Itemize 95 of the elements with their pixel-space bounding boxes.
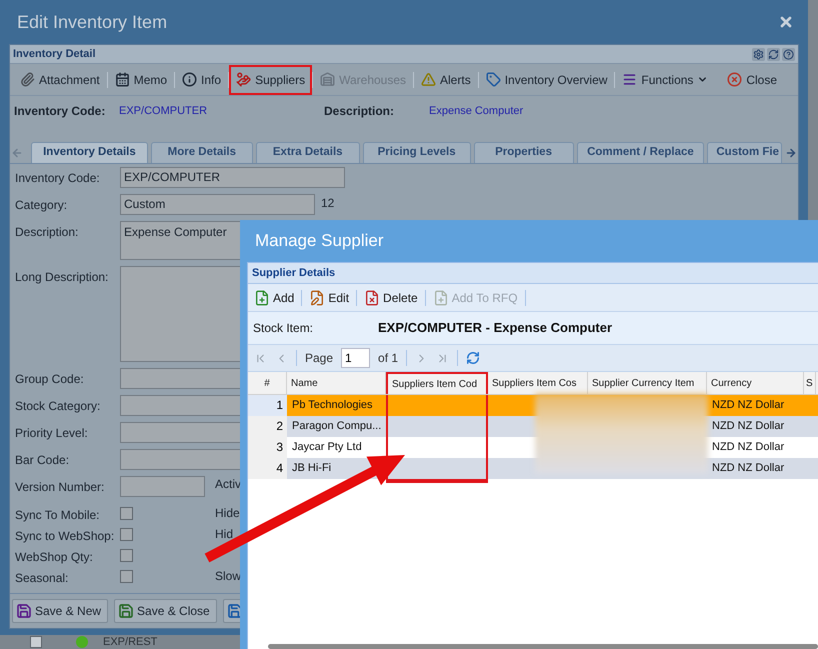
window-title: Edit Inventory Item <box>17 10 168 34</box>
close-icon <box>727 72 742 87</box>
field-label: 12 <box>321 195 334 212</box>
toolbar-button[interactable]: Alerts <box>414 64 478 94</box>
file-delete-icon <box>364 290 380 306</box>
column-header[interactable]: S <box>804 372 816 394</box>
toolbar-button[interactable]: Memo <box>108 64 174 94</box>
calendar-icon <box>114 72 130 87</box>
table-cell-text: JB Hi-Fi <box>291 461 332 476</box>
toolbar-button[interactable]: Info <box>175 64 228 94</box>
file-plus-icon <box>254 290 270 306</box>
field-label: Inventory Code: <box>15 170 101 187</box>
summary-value: Expense Computer <box>429 104 524 119</box>
toolbar-button[interactable]: Close <box>720 64 784 94</box>
file-edit-icon <box>309 290 326 306</box>
stock-item-value: EXP/COMPUTER - Expense Computer <box>378 319 612 338</box>
row-number: 3 <box>248 437 287 458</box>
save-button[interactable]: Save & New <box>12 599 108 623</box>
tab[interactable]: Inventory Details <box>30 142 148 163</box>
table-cell-text: NZD NZ Dollar <box>711 398 786 413</box>
toolbar-button[interactable]: Inventory Overview <box>478 64 614 94</box>
close-icon[interactable] <box>778 14 794 30</box>
column-header[interactable]: Currency <box>707 372 804 394</box>
page-count: of 1 <box>378 350 398 367</box>
save-button[interactable]: Save & Close <box>114 599 217 623</box>
warehouse-icon <box>320 72 336 87</box>
file-plus-icon <box>432 290 449 306</box>
field-label: Hid <box>215 528 234 541</box>
field-label: Sync To Mobile: <box>15 506 100 524</box>
toolbar-button[interactable]: Delete <box>361 286 421 308</box>
help-icon[interactable] <box>782 48 795 60</box>
warning-icon <box>421 72 436 87</box>
row-number: 1 <box>248 395 287 416</box>
field-label: Long Description: <box>15 269 110 286</box>
toolbar-button[interactable]: Edit <box>306 286 352 308</box>
toolbar-button[interactable]: Add <box>251 286 298 308</box>
checkbox[interactable] <box>120 528 133 541</box>
table-cell-text: NZD NZ Dollar <box>711 419 786 434</box>
field-label: Slow <box>215 570 242 583</box>
scroll-right-icon[interactable] <box>785 147 797 159</box>
checkbox[interactable] <box>120 549 133 562</box>
field-label: Category: <box>15 197 68 214</box>
table-cell-text: Pb Technologies <box>291 398 374 413</box>
table-cell-text: Paragon Compu... <box>291 419 382 434</box>
info-icon <box>182 72 198 87</box>
tab[interactable]: Comment / Replace <box>576 142 704 163</box>
panel-title: Inventory Detail <box>13 46 96 62</box>
checkbox[interactable] <box>120 570 133 583</box>
row-number: 4 <box>248 458 287 479</box>
table-cell-text: NZD NZ Dollar <box>711 440 786 455</box>
summary-label: Description: <box>324 103 396 120</box>
field-label: Hide <box>215 507 240 520</box>
toolbar-button[interactable]: Attachment <box>13 64 107 94</box>
refresh-icon[interactable] <box>466 351 480 365</box>
table-cell-text: Jaycar Pty Ltd <box>291 440 363 455</box>
tab[interactable]: More Details <box>150 142 253 163</box>
horizontal-scrollbar[interactable] <box>268 644 818 649</box>
table-cell-text: NZD NZ Dollar <box>711 461 786 476</box>
field-label: Bar Code: <box>15 452 70 469</box>
checkbox[interactable] <box>30 636 42 648</box>
tab[interactable]: Custom Fie <box>707 142 782 163</box>
settings-icon[interactable] <box>752 48 765 60</box>
tag-icon <box>486 72 501 87</box>
field-label: Group Code: <box>15 371 85 388</box>
summary-value: EXP/COMPUTER <box>119 104 208 119</box>
tab[interactable]: Properties <box>474 142 574 163</box>
summary-label: Inventory Code: <box>14 103 106 120</box>
field-label: Priority Level: <box>15 425 89 442</box>
field-label: WebShop Qty: <box>15 548 94 566</box>
toolbar-button[interactable]: Suppliers <box>229 64 312 94</box>
text-field[interactable]: EXP/COMPUTER <box>120 167 345 188</box>
page-label: Page <box>305 350 334 367</box>
field-label: Activ <box>215 476 242 493</box>
page-field[interactable]: 1 <box>341 348 370 368</box>
tab[interactable]: Pricing Levels <box>362 142 471 163</box>
checkbox[interactable] <box>120 507 133 520</box>
toolbar-button[interactable]: Functions <box>615 64 716 94</box>
column-header[interactable]: # <box>248 372 287 394</box>
text-field[interactable] <box>120 476 205 497</box>
field-label: Stock Category: <box>15 398 102 415</box>
field-label: Description: <box>15 224 80 241</box>
text-field[interactable]: Custom <box>120 194 315 215</box>
menu-icon <box>622 72 638 87</box>
paperclip-icon <box>20 72 35 87</box>
stock-item-label: Stock Item: <box>253 320 314 337</box>
row-number: 2 <box>248 416 287 437</box>
column-header[interactable]: Name <box>287 372 386 394</box>
field-label: Version Number: <box>15 479 106 496</box>
hand-coins-icon <box>236 72 252 87</box>
item-code: EXP/REST <box>103 636 158 648</box>
tab[interactable]: Extra Details <box>256 142 360 163</box>
panel-title: Supplier Details <box>252 266 336 281</box>
field-label: Sync to WebShop: <box>15 528 116 544</box>
refresh-icon[interactable] <box>767 48 780 60</box>
field-label: Seasonal: <box>15 570 70 586</box>
